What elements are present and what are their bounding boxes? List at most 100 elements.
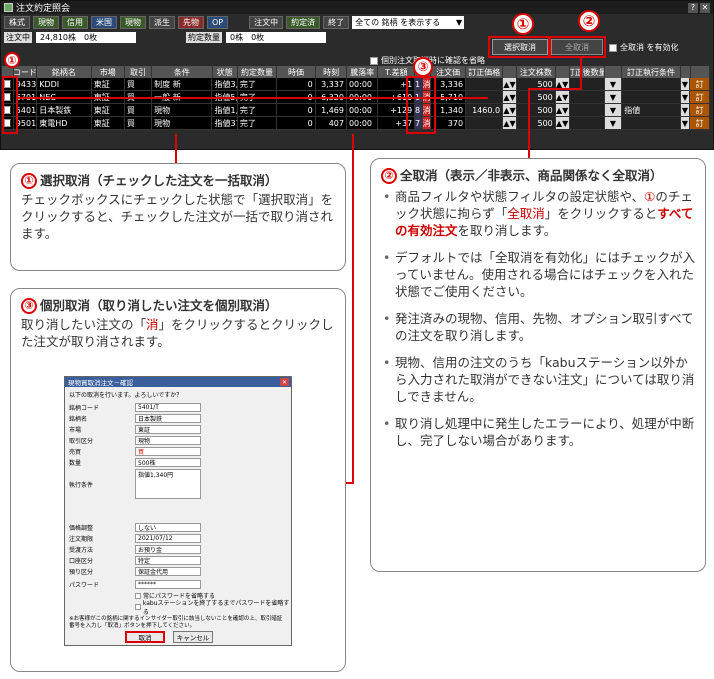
filter-9[interactable]: 約定済 — [286, 15, 321, 29]
chevron-down-icon[interactable]: ▼ — [680, 117, 691, 129]
all-cancel-button[interactable]: 全取消 — [551, 39, 603, 55]
all-cancel-enable[interactable]: 全取消 を有効化 — [609, 42, 679, 53]
cancel-order-button[interactable]: 消 — [423, 117, 431, 129]
col-header-18[interactable] — [556, 66, 570, 78]
filter-0[interactable]: 株式 — [4, 15, 30, 29]
field-label: 銘柄コード — [69, 405, 100, 412]
field-value: 買 — [135, 447, 201, 456]
cell-order: 370 — [431, 117, 467, 129]
close-icon[interactable]: ✕ — [700, 2, 710, 13]
password-field[interactable]: ****** — [135, 580, 201, 589]
col-header-23[interactable] — [691, 66, 711, 78]
modify-order-button[interactable]: 訂 — [690, 78, 710, 90]
stepper-icon[interactable]: ▲▼ — [503, 117, 517, 129]
filter-10[interactable]: 終了 — [323, 15, 350, 29]
cell-qty: 0 — [277, 78, 316, 90]
all-cancel-enable-checkbox[interactable] — [609, 43, 617, 52]
cell-market: 東証 — [92, 117, 125, 129]
chevron-down-icon[interactable]: ▼ — [604, 91, 623, 103]
filter-7[interactable]: OP — [207, 15, 229, 29]
title-bar: 注文約定照会 ? ✕ — [1, 1, 713, 14]
col-header-8[interactable]: 時価 — [277, 66, 316, 78]
cancel-order-button[interactable]: 消 — [423, 78, 431, 90]
field-value: 500株 — [135, 458, 201, 467]
callout2-title: 全取消（表示／非表示、商品関係なく全取消） — [400, 168, 663, 183]
chevron-down-icon[interactable]: ▼ — [680, 91, 691, 103]
filter-3[interactable]: 米国 — [91, 15, 117, 29]
skip-confirm-checkbox[interactable] — [370, 56, 378, 65]
pw-skip-always-checkbox[interactable] — [135, 592, 141, 599]
field-label: 銘柄名 — [69, 416, 88, 423]
modify-order-button[interactable]: 訂 — [690, 91, 710, 103]
filter-2[interactable]: 信用 — [62, 15, 88, 29]
row-checkbox[interactable] — [2, 91, 14, 103]
col-header-22[interactable] — [681, 66, 691, 78]
chevron-down-icon[interactable]: ▼ — [680, 78, 691, 90]
col-header-19[interactable]: 訂正後数量 — [570, 66, 605, 78]
table-row[interactable]: 9501東電HD東証買現物指値370円完了040700:00+3737消370 ▲… — [2, 117, 710, 130]
field-label: 執行条件 — [69, 481, 94, 489]
chevron-down-icon[interactable]: ▼ — [604, 78, 623, 90]
field-value: しない — [135, 523, 201, 532]
col-header-21[interactable]: 訂正執行条件 — [622, 66, 681, 78]
symbol-filter-value: 全ての 銘柄 を表示する — [355, 17, 441, 27]
stepper-icon[interactable]: ▲▼ — [555, 117, 570, 129]
cell-modcond — [622, 117, 681, 129]
cell-mod: 1460.0 — [466, 104, 504, 116]
col-header-17[interactable]: 注文株数 — [517, 66, 556, 78]
cell-shares: 500 — [516, 117, 556, 129]
filter-4[interactable]: 現物 — [120, 15, 146, 29]
stepper-icon[interactable]: ▲▼ — [503, 91, 517, 103]
pw-skip-session-checkbox[interactable] — [135, 603, 141, 610]
stepper-icon[interactable]: ▲▼ — [555, 91, 570, 103]
chevron-down-icon[interactable]: ▼ — [680, 104, 691, 116]
col-header-20[interactable] — [605, 66, 623, 78]
cell-cond: 指値1,340円 — [214, 104, 238, 116]
dialog-cancel-order-button[interactable]: 取消 — [125, 631, 165, 643]
col-header-3[interactable]: 市場 — [92, 66, 125, 78]
stepper-icon[interactable]: ▲▼ — [503, 78, 517, 90]
cell-name: 東電HD — [37, 117, 92, 129]
chevron-down-icon[interactable]: ▼ — [604, 117, 623, 129]
table-header: コード 銘柄名 市場 取引 条件 状態 約定数量 時価 時刻 騰落率 T.差額 注文価 訂正価格 注文株数… — [2, 66, 711, 78]
col-header-4[interactable]: 取引 — [125, 66, 153, 78]
dialog-close-icon[interactable]: ✕ — [280, 378, 289, 386]
select-cancel-button[interactable]: 選択取消 — [492, 39, 548, 55]
marker-2-top: ② — [578, 10, 600, 32]
cell-market: 東証 — [92, 78, 125, 90]
row-checkbox[interactable] — [2, 117, 14, 129]
cell-time: 00:00 — [347, 117, 379, 129]
stepper-icon[interactable]: ▲▼ — [555, 104, 570, 116]
col-header-11[interactable]: T.差額 — [378, 66, 416, 78]
callout1-title: 選択取消（チェックした注文を一括取消） — [40, 173, 278, 188]
modify-order-button[interactable]: 訂 — [690, 117, 710, 129]
row-checkbox[interactable] — [2, 104, 14, 116]
table-row[interactable]: 9433KDDI東証買制度 新指値3,336円完了03,33700:00+11消… — [2, 78, 710, 91]
col-header-10[interactable]: 騰落率 — [347, 66, 379, 78]
col-header-14[interactable]: 注文価 — [431, 66, 467, 78]
connector-line — [175, 134, 177, 164]
col-header-5[interactable]: 条件 — [152, 66, 213, 78]
modify-order-button[interactable]: 訂 — [690, 104, 710, 116]
cancel-order-button[interactable]: 消 — [423, 104, 431, 116]
col-header-15[interactable]: 訂正価格 — [466, 66, 504, 78]
row-checkbox[interactable] — [2, 78, 14, 90]
chevron-down-icon[interactable]: ▼ — [604, 104, 623, 116]
dialog-field-row: 執行条件 指値1,340円 — [65, 468, 291, 500]
cell-cond: 指値370円 — [212, 117, 238, 129]
col-header-9[interactable]: 時刻 — [316, 66, 348, 78]
col-header-16[interactable] — [503, 66, 517, 78]
filter-6[interactable]: 先物 — [178, 15, 204, 29]
stepper-icon[interactable]: ▲▼ — [503, 104, 517, 116]
help-icon[interactable]: ? — [688, 2, 698, 13]
col-header-2[interactable]: 銘柄名 — [37, 66, 92, 78]
col-header-7[interactable]: 約定数量 — [238, 66, 277, 78]
filter-8[interactable]: 注文中 — [249, 15, 284, 29]
filter-5[interactable]: 派生 — [149, 15, 175, 29]
col-header-6[interactable]: 状態 — [213, 66, 238, 78]
filter-1[interactable]: 現物 — [33, 15, 59, 29]
col-header-1[interactable]: コード — [14, 66, 38, 78]
dialog-close-button[interactable]: キャンセル — [173, 631, 213, 643]
table-row[interactable]: 5401日本製鉄東証買現物指値1,340円完了01,46900:00+12925… — [2, 104, 710, 117]
symbol-filter-select[interactable]: 全ての 銘柄 を表示する ▼ — [352, 15, 465, 29]
